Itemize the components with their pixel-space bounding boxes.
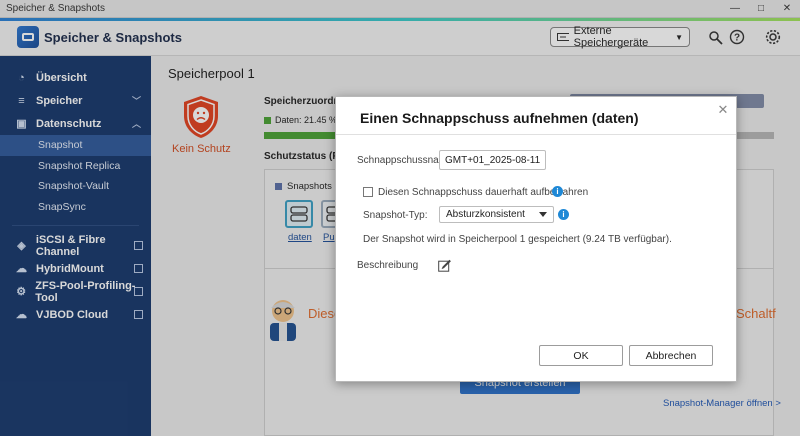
snapshot-type-select[interactable]: Absturzkonsistent [439,206,554,223]
snapshot-type-label: Snapshot-Typ: [363,210,428,221]
take-snapshot-dialog: Einen Schnappschuss aufnehmen (daten) ✕ … [335,96,737,382]
close-icon[interactable]: ✕ [716,103,730,117]
info-icon[interactable]: i [558,209,569,220]
cancel-button[interactable]: Abbrechen [629,345,713,366]
chevron-down-icon [539,212,547,217]
info-icon[interactable]: i [552,186,563,197]
snapshot-name-input[interactable] [439,150,546,170]
save-location-info: Der Snapshot wird in Speicherpool 1 gesp… [363,234,672,245]
dialog-divider [336,134,736,135]
dialog-title: Einen Schnappschuss aufnehmen (daten) [360,110,639,126]
keep-permanently-checkbox[interactable] [363,187,373,197]
ok-button[interactable]: OK [539,345,623,366]
description-label: Beschreibung [357,260,419,271]
edit-icon[interactable] [438,259,451,272]
snapshot-type-value: Absturzkonsistent [446,209,525,220]
